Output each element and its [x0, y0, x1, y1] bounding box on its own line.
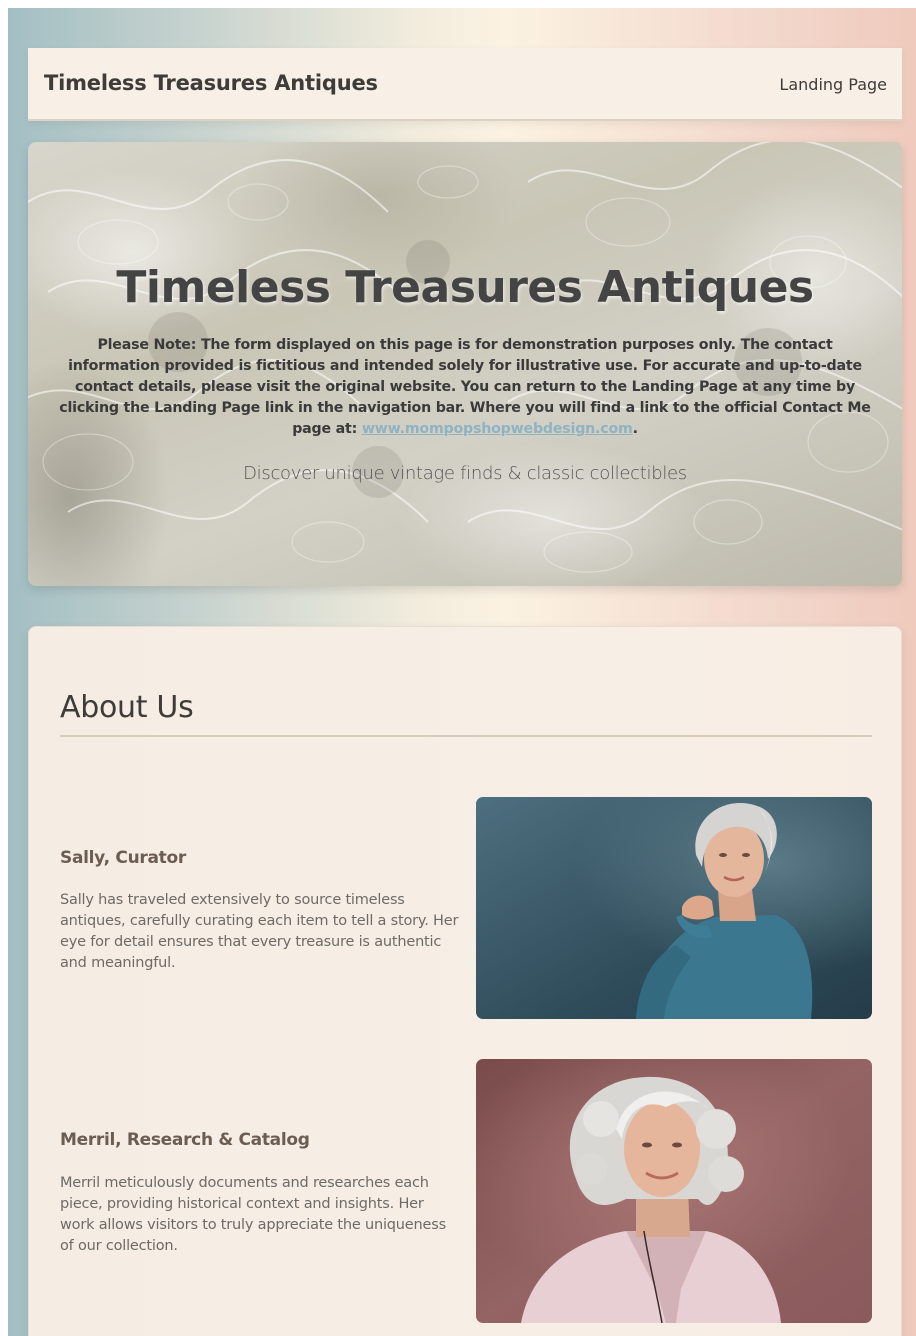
about-heading: About Us [60, 690, 194, 725]
member-name-sally: Sally, Curator [60, 848, 186, 868]
disclaimer-end: . [632, 421, 638, 437]
about-us-section: About Us Sally, Curator Sally has travel… [28, 626, 902, 1336]
site-title: Timeless Treasures Antiques [44, 71, 378, 95]
portrait-sally [476, 797, 872, 1019]
portrait-sally-image [476, 797, 872, 1019]
site-header: Timeless Treasures Antiques Landing Page [28, 48, 902, 121]
official-site-link[interactable]: www.mompopshopwebdesign.com [362, 421, 633, 437]
hero-title: Timeless Treasures Antiques [116, 262, 814, 313]
portrait-merril-image [476, 1059, 872, 1323]
nav-landing-page-link[interactable]: Landing Page [779, 75, 887, 94]
hero-banner: Timeless Treasures Antiques Please Note:… [28, 142, 902, 586]
heading-divider [60, 735, 872, 737]
member-bio-sally: Sally has traveled extensively to source… [60, 892, 459, 971]
member-bio-merril: Merril meticulously documents and resear… [60, 1175, 446, 1254]
page-background: Timeless Treasures Antiques Landing Page [8, 8, 916, 1336]
member-name-merril: Merril, Research & Catalog [60, 1130, 310, 1150]
hero-tagline: Discover unique vintage finds & classic … [243, 463, 687, 484]
portrait-merril [476, 1059, 872, 1323]
demo-disclaimer-note: Please Note: The form displayed on this … [54, 335, 876, 440]
